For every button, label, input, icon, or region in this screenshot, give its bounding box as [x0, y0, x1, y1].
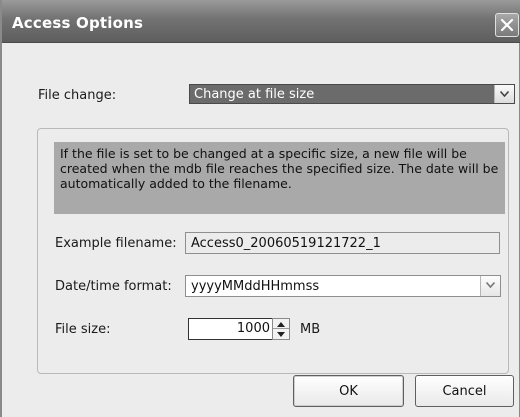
date-time-format-label: Date/time format: [55, 279, 172, 294]
file-size-unit: MB [300, 322, 321, 337]
spin-up-button[interactable] [273, 319, 289, 329]
file-change-label: File change: [38, 88, 117, 103]
file-size-spinner [272, 318, 290, 340]
cancel-button[interactable]: Cancel [415, 375, 514, 407]
close-button[interactable] [495, 13, 519, 37]
spin-up-icon [277, 322, 285, 327]
ok-button[interactable]: OK [293, 375, 404, 407]
example-filename-value: Access0_20060519121722_1 [191, 236, 381, 251]
chevron-down-icon [500, 91, 509, 97]
file-change-select[interactable]: Change at file size [189, 84, 515, 104]
file-change-value: Change at file size [194, 87, 315, 102]
file-size-label: File size: [55, 322, 111, 337]
close-icon [500, 18, 514, 32]
chevron-down-icon [486, 282, 495, 288]
date-time-format-dropdown-button[interactable] [480, 276, 500, 296]
file-change-dropdown-button[interactable] [494, 85, 514, 103]
title-bar[interactable]: Access Options [2, 0, 520, 43]
spin-down-icon [277, 332, 285, 337]
access-options-dialog: Access Options File change: Change at fi… [0, 0, 520, 417]
date-time-format-select[interactable]: yyyyMMddHHmmss [185, 275, 501, 297]
spin-down-button[interactable] [273, 329, 289, 339]
info-text: If the file is set to be changed at a sp… [54, 142, 505, 214]
window-title: Access Options [12, 14, 144, 32]
date-time-format-value: yyyyMMddHHmmss [191, 279, 320, 294]
example-filename-field: Access0_20060519121722_1 [185, 232, 500, 254]
file-size-value: 1000 [236, 321, 270, 336]
example-filename-label: Example filename: [55, 236, 177, 251]
